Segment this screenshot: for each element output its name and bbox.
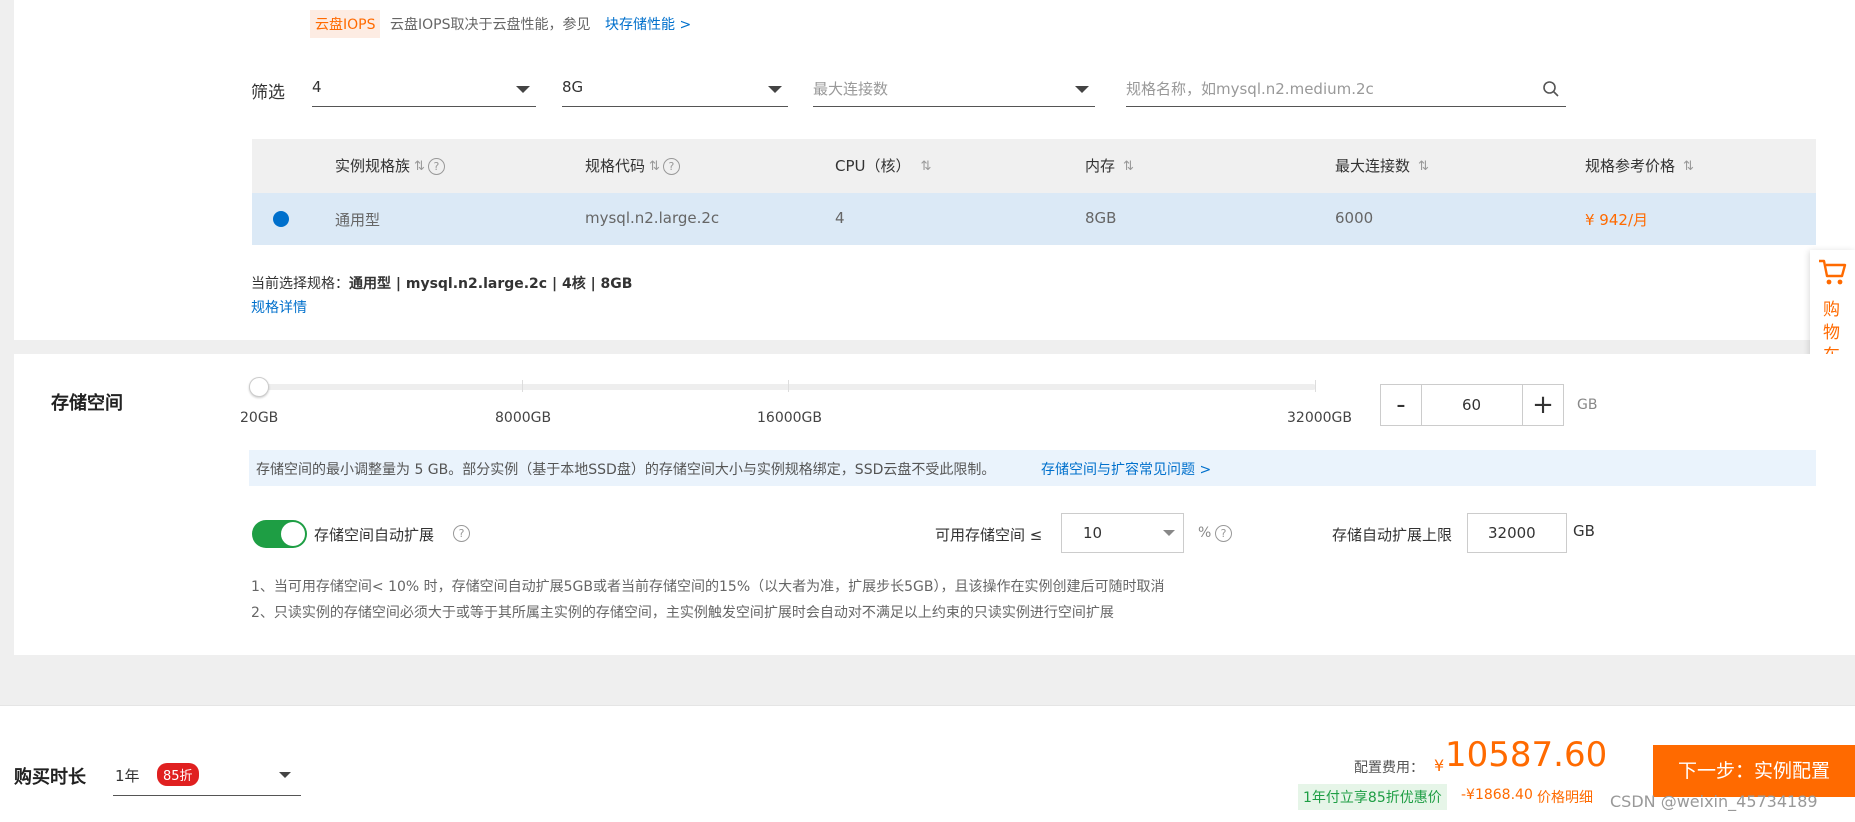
th-connections[interactable]: 最大连接数 ⇅ (1335, 155, 1429, 176)
th-memory-label: 内存 (1085, 157, 1116, 175)
th-cpu-label: CPU（核） (835, 157, 911, 175)
expand-limit-input[interactable]: 32000 (1467, 513, 1567, 553)
sort-icon[interactable]: ⇅ (921, 159, 932, 174)
storage-slider-track[interactable] (258, 384, 1316, 390)
storage-increment-button[interactable]: + (1522, 384, 1564, 426)
purchase-duration-label: 购买时长 (14, 767, 86, 788)
th-memory[interactable]: 内存 ⇅ (1085, 155, 1134, 176)
expand-limit-label: 存储自动扩展上限 (1332, 526, 1453, 544)
storage-slider-tick (1315, 380, 1316, 392)
available-storage-value: 10 (1083, 524, 1103, 542)
price-currency: ¥ (1434, 756, 1445, 775)
cell-code: mysql.n2.large.2c (585, 209, 720, 227)
price-detail-link[interactable]: 价格明细 (1537, 787, 1593, 807)
th-cpu[interactable]: CPU（核） ⇅ (835, 155, 931, 176)
help-icon[interactable]: ? (1215, 525, 1232, 542)
th-price[interactable]: 规格参考价格 ⇅ (1585, 155, 1694, 176)
toggle-knob (281, 522, 305, 546)
cpu-filter-value: 4 (312, 78, 322, 96)
cell-price: ¥ 942/月 (1585, 211, 1648, 229)
cell-family: 通用型 (335, 211, 381, 229)
storage-tick-label: 8000GB (495, 410, 552, 426)
filter-label: 筛选 (251, 83, 285, 103)
connections-filter-select[interactable]: 最大连接数 (813, 72, 1095, 107)
percent-sign: % (1198, 525, 1212, 541)
duration-value: 1年 (115, 767, 140, 785)
sort-icon[interactable]: ⇅ (1683, 159, 1694, 174)
sort-icon[interactable]: ⇅ (414, 159, 425, 174)
spec-table-header (252, 139, 1816, 193)
cell-connections: 6000 (1335, 209, 1374, 227)
storage-slider-handle[interactable] (249, 377, 269, 397)
storage-decrement-button[interactable]: - (1380, 384, 1422, 426)
fee-label: 配置费用： (1354, 760, 1424, 776)
memory-filter-select[interactable]: 8G (562, 72, 788, 107)
th-code-label: 规格代码 (585, 157, 646, 175)
storage-note-2: 2、只读实例的存储空间必须大于或等于其所属主实例的存储空间，主实例触发空间扩展时… (251, 605, 1114, 621)
storage-info-bar: 存储空间的最小调整量为 5 GB。部分实例（基于本地SSD盘）的存储空间大小与实… (249, 450, 1816, 486)
sort-icon[interactable]: ⇅ (649, 159, 660, 174)
chevron-down-icon (516, 86, 530, 93)
table-row[interactable] (252, 193, 1816, 245)
cart-label-1: 购 (1823, 300, 1840, 320)
spec-search-placeholder: 规格名称，如mysql.n2.medium.2c (1126, 80, 1374, 98)
spec-search-input[interactable]: 规格名称，如mysql.n2.medium.2c (1126, 72, 1566, 107)
storage-tick-label: 16000GB (757, 410, 822, 426)
chevron-down-icon (279, 772, 291, 778)
storage-info-link[interactable]: 存储空间与扩容常见问题 > (1041, 459, 1211, 479)
help-icon[interactable]: ? (453, 525, 470, 542)
discount-badge: 85折 (157, 763, 199, 786)
iops-tag: 云盘IOPS (310, 10, 381, 38)
spec-details-link[interactable]: 规格详情 (251, 297, 307, 317)
cart-label-2: 物 (1823, 323, 1840, 343)
cpu-filter-select[interactable]: 4 (312, 72, 536, 107)
promo-badge: 1年付立享85折优惠价 (1298, 784, 1447, 810)
iops-text: 云盘IOPS取决于云盘性能，参见 (390, 17, 591, 33)
th-connections-label: 最大连接数 (1335, 157, 1411, 175)
th-family[interactable]: 实例规格族 ⇅? (335, 155, 445, 176)
selection-prefix: 当前选择规格： (251, 276, 349, 292)
chevron-down-icon (1163, 530, 1175, 536)
storage-unit: GB (1577, 397, 1598, 413)
storage-tick-label: 32000GB (1287, 410, 1352, 426)
storage-info-text: 存储空间的最小调整量为 5 GB。部分实例（基于本地SSD盘）的存储空间大小与实… (256, 462, 996, 478)
auto-expand-label: 存储空间自动扩展 (314, 526, 435, 544)
connections-filter-placeholder: 最大连接数 (813, 80, 889, 98)
cart-icon (1819, 259, 1847, 285)
watermark: CSDN @weixin_45734189 (1610, 792, 1818, 811)
sort-icon[interactable]: ⇅ (1418, 159, 1429, 174)
th-price-label: 规格参考价格 (1585, 157, 1676, 175)
memory-filter-value: 8G (562, 78, 584, 96)
expand-limit-unit: GB (1573, 522, 1595, 540)
storage-value-input[interactable]: 60 (1421, 384, 1522, 426)
chevron-down-icon (768, 86, 782, 93)
storage-tick-label: 20GB (240, 410, 279, 426)
th-code[interactable]: 规格代码 ⇅? (585, 155, 680, 176)
chevron-down-icon (1075, 86, 1089, 93)
storage-slider-tick (522, 380, 523, 392)
auto-expand-toggle[interactable] (252, 520, 307, 548)
cell-cpu: 4 (835, 209, 845, 227)
available-storage-select[interactable]: 10 (1061, 513, 1184, 553)
storage-title: 存储空间 (51, 393, 123, 414)
storage-slider-tick (788, 380, 789, 392)
cell-memory: 8GB (1085, 209, 1117, 227)
help-icon[interactable]: ? (427, 158, 445, 175)
current-selection: 当前选择规格：通用型 | mysql.n2.large.2c | 4核 | 8G… (251, 273, 632, 293)
selection-value: 通用型 | mysql.n2.large.2c | 4核 | 8GB (349, 276, 633, 292)
search-icon[interactable] (1542, 80, 1560, 98)
sort-icon[interactable]: ⇅ (1123, 159, 1134, 174)
available-storage-label: 可用存储空间 ≤ (935, 526, 1043, 544)
row-radio-selected[interactable] (273, 211, 289, 227)
storage-note-1: 1、当可用存储空间< 10% 时，存储空间自动扩展5GB或者当前存储空间的15%… (251, 579, 1165, 595)
total-price: 10587.60 (1445, 735, 1608, 775)
purchase-duration-select[interactable]: 1年 85折 (113, 755, 301, 796)
help-icon[interactable]: ? (662, 158, 680, 175)
saving-amount: -¥1868.40 (1461, 787, 1533, 803)
iops-link[interactable]: 块存储性能 > (605, 14, 691, 34)
next-step-button[interactable]: 下一步：实例配置 (1653, 745, 1855, 797)
th-family-label: 实例规格族 (335, 157, 411, 175)
